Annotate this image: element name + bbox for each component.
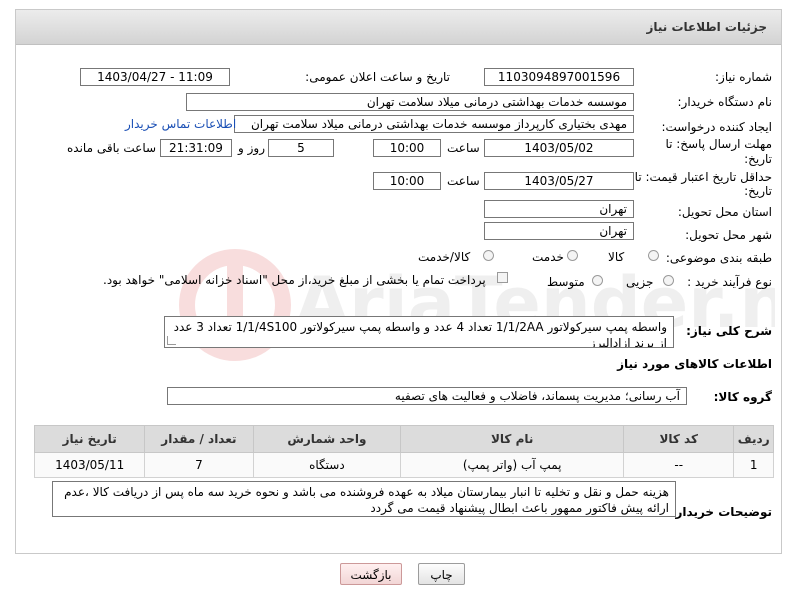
goods-table: ردیف کد کالا نام کالا واحد شمارش تعداد /… — [33, 425, 774, 478]
remaining-days-field[interactable]: 5 — [268, 139, 334, 157]
province-label: استان محل تحویل: — [677, 205, 772, 219]
validity-date-field[interactable]: 1403/05/27 — [484, 172, 634, 190]
print-button[interactable]: چاپ — [418, 563, 465, 585]
remaining-time-field[interactable]: 21:31:09 — [160, 139, 232, 157]
purchase-minor-label: جزیی — [626, 275, 654, 289]
cell-quantity: 7 — [144, 452, 254, 478]
description-text: واسطه پمپ سیرکولاتور 1/1/2AA تعداد 4 عدد… — [173, 320, 667, 348]
requester-label: ایجاد کننده درخواست: — [661, 120, 772, 134]
back-button[interactable]: بازگشت — [340, 563, 402, 585]
cell-unit: دستگاه — [252, 452, 402, 478]
category-service-label: خدمت — [532, 250, 564, 264]
buyer-org-field[interactable]: موسسه خدمات بهداشتی درمانی میلاد سلامت ت… — [186, 93, 634, 111]
buyer-contact-link[interactable]: اطلاعات تماس خریدار — [125, 117, 236, 131]
validity-label: حداقل تاریخ اعتبار قیمت: تا — [634, 170, 772, 184]
requester-field[interactable]: مهدی بختیاری کارپرداز موسسه خدمات بهداشت… — [234, 115, 634, 133]
cell-item-code: -- — [623, 452, 735, 478]
table-row[interactable]: 1 -- پمپ آب (واتر پمپ) دستگاه 7 1403/05/… — [33, 452, 774, 478]
treasury-docs-note: پرداخت تمام یا بخشی از مبلغ خرید،از محل … — [103, 273, 486, 287]
deadline-time-field[interactable]: 10:00 — [373, 139, 441, 157]
category-goods-label: کالا — [608, 250, 625, 264]
province-field[interactable]: تهران — [484, 200, 634, 218]
description-label: شرح کلی نیاز: — [686, 324, 772, 338]
validity-time-field[interactable]: 10:00 — [373, 172, 441, 190]
category-goods-service-radio[interactable] — [483, 250, 494, 261]
panel-title: جزئیات اطلاعات نیاز — [646, 20, 767, 34]
deadline-time-label: ساعت — [447, 141, 480, 155]
validity-time-label: ساعت — [447, 174, 480, 188]
category-goods-radio[interactable] — [648, 250, 659, 261]
header-unit: واحد شمارش — [252, 425, 402, 453]
header-item-code: کد کالا — [623, 425, 735, 453]
resize-grip-icon[interactable] — [167, 336, 176, 345]
remaining-time-label: ساعت باقی مانده — [67, 141, 157, 155]
deadline-date-label: تاریخ: — [744, 152, 772, 166]
buyer-notes-label: توضیحات خریدار: — [670, 505, 772, 519]
announce-datetime-field[interactable]: 1403/04/27 - 11:09 — [80, 68, 230, 86]
header-quantity: تعداد / مقدار — [144, 425, 254, 453]
treasury-docs-checkbox[interactable] — [497, 272, 508, 283]
deadline-date-field[interactable]: 1403/05/02 — [484, 139, 634, 157]
category-label: طبقه بندی موضوعی: — [665, 251, 772, 265]
need-number-label: شماره نیاز: — [715, 70, 772, 84]
city-field[interactable]: تهران — [484, 222, 634, 240]
city-label: شهر محل تحویل: — [685, 228, 772, 242]
purchase-type-label: نوع فرآیند خرید : — [687, 275, 772, 289]
goods-group-field[interactable]: آب رسانی؛ مدیریت پسماند، فاضلاب و فعالیت… — [167, 387, 687, 405]
days-label: روز و — [238, 141, 265, 155]
cell-row-number: 1 — [733, 452, 774, 478]
panel-header: جزئیات اطلاعات نیاز — [16, 10, 781, 45]
cell-item-name: پمپ آب (واتر پمپ) — [400, 452, 625, 478]
header-row-number: ردیف — [733, 425, 774, 453]
announce-label: تاریخ و ساعت اعلان عمومی: — [305, 70, 450, 84]
purchase-medium-label: متوسط — [547, 275, 585, 289]
description-textarea[interactable]: واسطه پمپ سیرکولاتور 1/1/2AA تعداد 4 عدد… — [164, 316, 674, 348]
need-number-field[interactable]: 1103094897001596 — [484, 68, 634, 86]
cell-need-date: 1403/05/11 — [33, 452, 146, 478]
goods-info-title: اطلاعات کالاهای مورد نیاز — [617, 357, 772, 371]
purchase-minor-radio[interactable] — [663, 275, 674, 286]
buyer-notes-textarea[interactable]: هزینه حمل و نقل و تخلیه تا انبار بیمارست… — [52, 481, 676, 517]
goods-group-label: گروه کالا: — [713, 390, 772, 404]
table-header-row: ردیف کد کالا نام کالا واحد شمارش تعداد /… — [33, 425, 774, 453]
validity-date-label: تاریخ: — [744, 184, 772, 198]
buyer-notes-text: هزینه حمل و نقل و تخلیه تا انبار بیمارست… — [64, 485, 669, 515]
deadline-label: مهلت ارسال پاسخ: تا — [665, 137, 772, 151]
category-goods-service-label: کالا/خدمت — [418, 250, 471, 264]
header-need-date: تاریخ نیاز — [33, 425, 146, 453]
category-service-radio[interactable] — [567, 250, 578, 261]
buyer-org-label: نام دستگاه خریدار: — [677, 95, 773, 109]
header-item-name: نام کالا — [400, 425, 625, 453]
purchase-medium-radio[interactable] — [592, 275, 603, 286]
